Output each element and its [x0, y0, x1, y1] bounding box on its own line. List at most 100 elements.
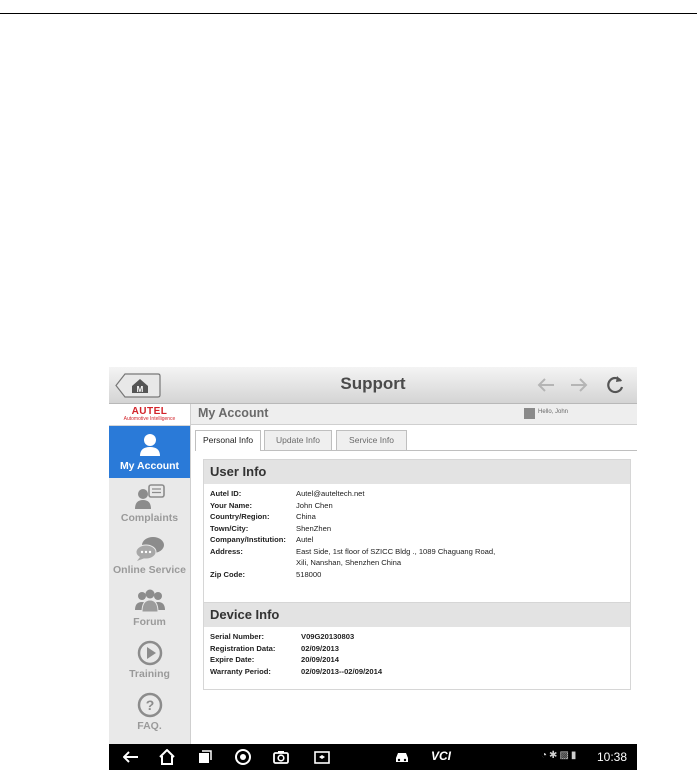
back-nav-button[interactable]	[123, 749, 139, 765]
refresh-icon	[607, 376, 624, 394]
info-row: Address: East Side, 1st floor of SZICC Bl…	[210, 547, 630, 559]
field-label: Autel ID:	[210, 489, 242, 498]
car-icon	[396, 753, 408, 762]
info-row: Registration Data: 02/09/2013	[210, 644, 630, 656]
field-value: East Side, 1st floor of SZICC Bldg ., 10…	[296, 546, 496, 556]
sidebar-item-online-service[interactable]: Online Service	[109, 530, 190, 582]
title-bar: M Support	[109, 367, 637, 404]
info-row: Xili, Nanshan, Shenzhen China	[210, 558, 630, 570]
refresh-button[interactable]	[603, 373, 627, 397]
home-nav-icon	[159, 749, 175, 765]
info-row: Serial Number: V09G20130803	[210, 632, 630, 644]
back-arrow-icon	[123, 751, 138, 763]
screen-switch-button[interactable]	[314, 749, 330, 765]
bluetooth-icon: ✱	[549, 750, 560, 761]
field-value: ShenZhen	[296, 523, 332, 533]
field-label: Zip Code:	[210, 569, 246, 579]
sidebar-item-label: My Account	[119, 460, 180, 472]
forward-button[interactable]	[567, 373, 591, 397]
user-avatar-icon	[524, 408, 535, 419]
arrow-right-icon	[571, 378, 588, 392]
recent-apps-icon	[199, 750, 212, 763]
battery-icon: ▮	[570, 750, 579, 761]
complaint-icon	[135, 484, 165, 510]
section-heading: User Info	[204, 460, 630, 484]
browser-button[interactable]	[235, 749, 251, 765]
home-nav-button[interactable]	[159, 749, 175, 765]
chrome-icon	[235, 749, 251, 765]
vci-status[interactable]: VCI	[431, 749, 451, 763]
field-label: Country/Region:	[210, 512, 270, 521]
field-label: Your Name:	[210, 500, 253, 510]
car-button[interactable]	[394, 749, 410, 765]
sidebar-item-label: Training	[129, 668, 170, 680]
sidebar-item-faq[interactable]: ? FAQ.	[109, 686, 190, 738]
brand-logo: AUTEL Automotive Intelligence	[109, 404, 190, 426]
field-value: 02/09/2013	[301, 643, 340, 653]
field-value: Autel	[296, 535, 314, 544]
question-icon: ?	[135, 692, 165, 718]
field-value: China	[296, 512, 316, 521]
sidebar: AUTEL Automotive Intelligence My Account…	[109, 404, 191, 744]
group-icon	[135, 588, 165, 614]
camera-button[interactable]	[273, 749, 289, 765]
device-info-section: Device Info Serial Number: V09G20130803 R…	[203, 602, 631, 690]
system-status-icons: ◔✱▨▮	[541, 750, 578, 761]
info-row: Zip Code: 518000	[210, 570, 630, 582]
user-greeting: Hello, John	[538, 409, 569, 415]
back-button[interactable]	[534, 373, 558, 397]
recent-apps-button[interactable]	[197, 749, 213, 765]
sidebar-item-label: FAQ.	[137, 720, 162, 732]
wifi-icon: ◔	[541, 750, 550, 761]
arrow-left-icon	[537, 378, 554, 392]
field-value: Xili, Nanshan, Shenzhen China	[296, 558, 402, 567]
sidebar-item-label: Complaints	[120, 512, 179, 524]
info-row: Town/City: ShenZhen	[210, 524, 630, 536]
info-row: Country/Region: China	[210, 512, 630, 524]
page-title: My Account	[198, 406, 269, 420]
person-icon	[135, 432, 165, 458]
system-nav-bar: VCI ◔✱▨▮ 10:38	[109, 744, 637, 770]
info-row: Autel ID: Autel@auteltech.net	[210, 489, 630, 501]
sidebar-item-label: Online Service	[113, 564, 186, 576]
info-row: Company/Institution: Autel	[210, 535, 630, 547]
field-label: Serial Number:	[210, 632, 265, 641]
account-header: My Account Hello, John	[191, 404, 637, 425]
camera-icon	[273, 751, 289, 764]
sidebar-item-forum[interactable]: Forum	[109, 582, 190, 634]
svg-text:?: ?	[146, 697, 155, 713]
sidebar-item-training[interactable]: Training	[109, 634, 190, 686]
chat-bubbles-icon	[135, 536, 165, 562]
sidebar-item-complaints[interactable]: Complaints	[109, 478, 190, 530]
tab-bar: Personal Info Update Info Service Info	[195, 430, 637, 451]
page-top-rule	[0, 13, 697, 14]
field-label: Expire Date:	[210, 655, 255, 664]
field-label: Address:	[210, 546, 243, 556]
field-label: Town/City:	[210, 523, 249, 533]
brand-tagline: Automotive Intelligence	[123, 416, 176, 422]
tab-service-info[interactable]: Service Info	[336, 430, 407, 450]
display-switch-icon	[314, 751, 330, 764]
user-info-section: User Info Autel ID: Autel@auteltech.net Y…	[203, 459, 631, 603]
field-value: V09G20130803	[301, 632, 355, 641]
field-label: Company/Institution:	[210, 535, 286, 544]
field-value: 20/09/2014	[301, 655, 340, 664]
info-row: Warranty Period: 02/09/2013--02/09/2014	[210, 667, 630, 679]
tab-personal-info[interactable]: Personal Info	[195, 430, 261, 451]
field-value: John Chen	[296, 500, 333, 510]
status-clock: 10:38	[597, 750, 628, 764]
field-label: Warranty Period:	[210, 666, 271, 676]
signal-icon: ▨	[559, 750, 571, 761]
tab-update-info[interactable]: Update Info	[264, 430, 332, 450]
sidebar-item-my-account[interactable]: My Account	[109, 426, 190, 478]
field-value: 02/09/2013--02/09/2014	[301, 666, 383, 676]
section-heading: Device Info	[204, 603, 630, 627]
field-label: Registration Data:	[210, 643, 276, 653]
info-row: Your Name: John Chen	[210, 501, 630, 513]
play-icon	[135, 640, 165, 666]
main-content: My Account Hello, John Personal Info Upd…	[191, 404, 637, 744]
sidebar-item-label: Forum	[133, 616, 166, 628]
field-value: Autel@auteltech.net	[296, 489, 365, 498]
info-row: Expire Date: 20/09/2014	[210, 655, 630, 667]
field-value: 518000	[296, 569, 322, 579]
